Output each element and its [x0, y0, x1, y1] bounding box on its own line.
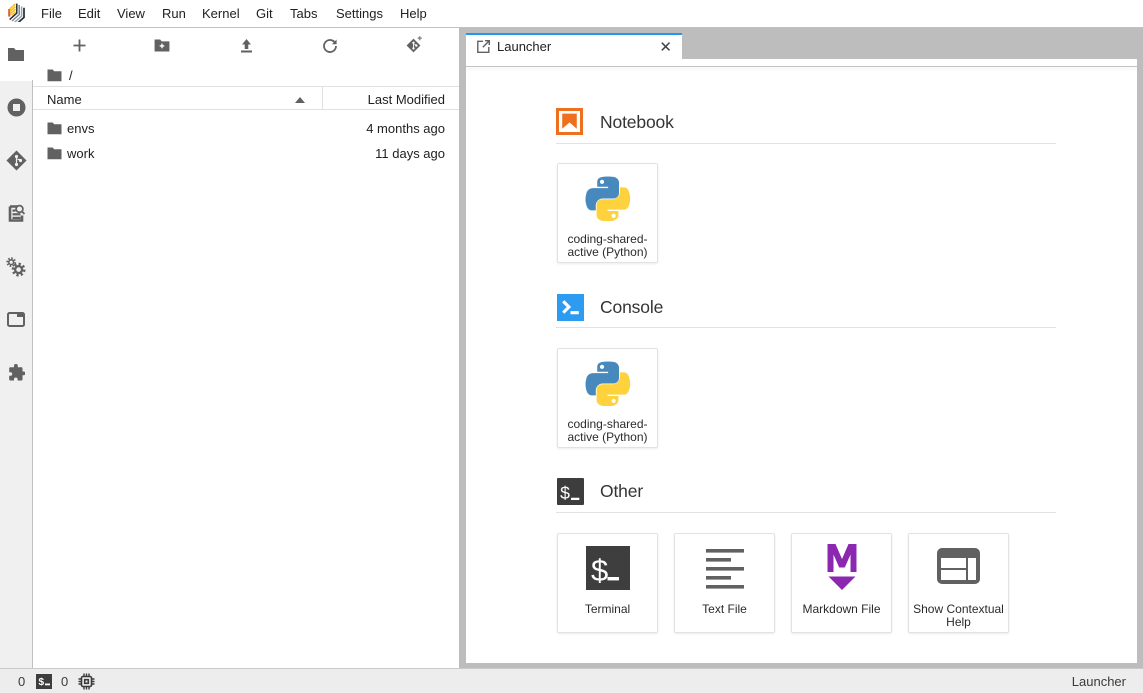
svg-text:$: $ — [591, 553, 608, 588]
svg-text:$: $ — [39, 677, 45, 688]
svg-text:$: $ — [560, 483, 570, 503]
